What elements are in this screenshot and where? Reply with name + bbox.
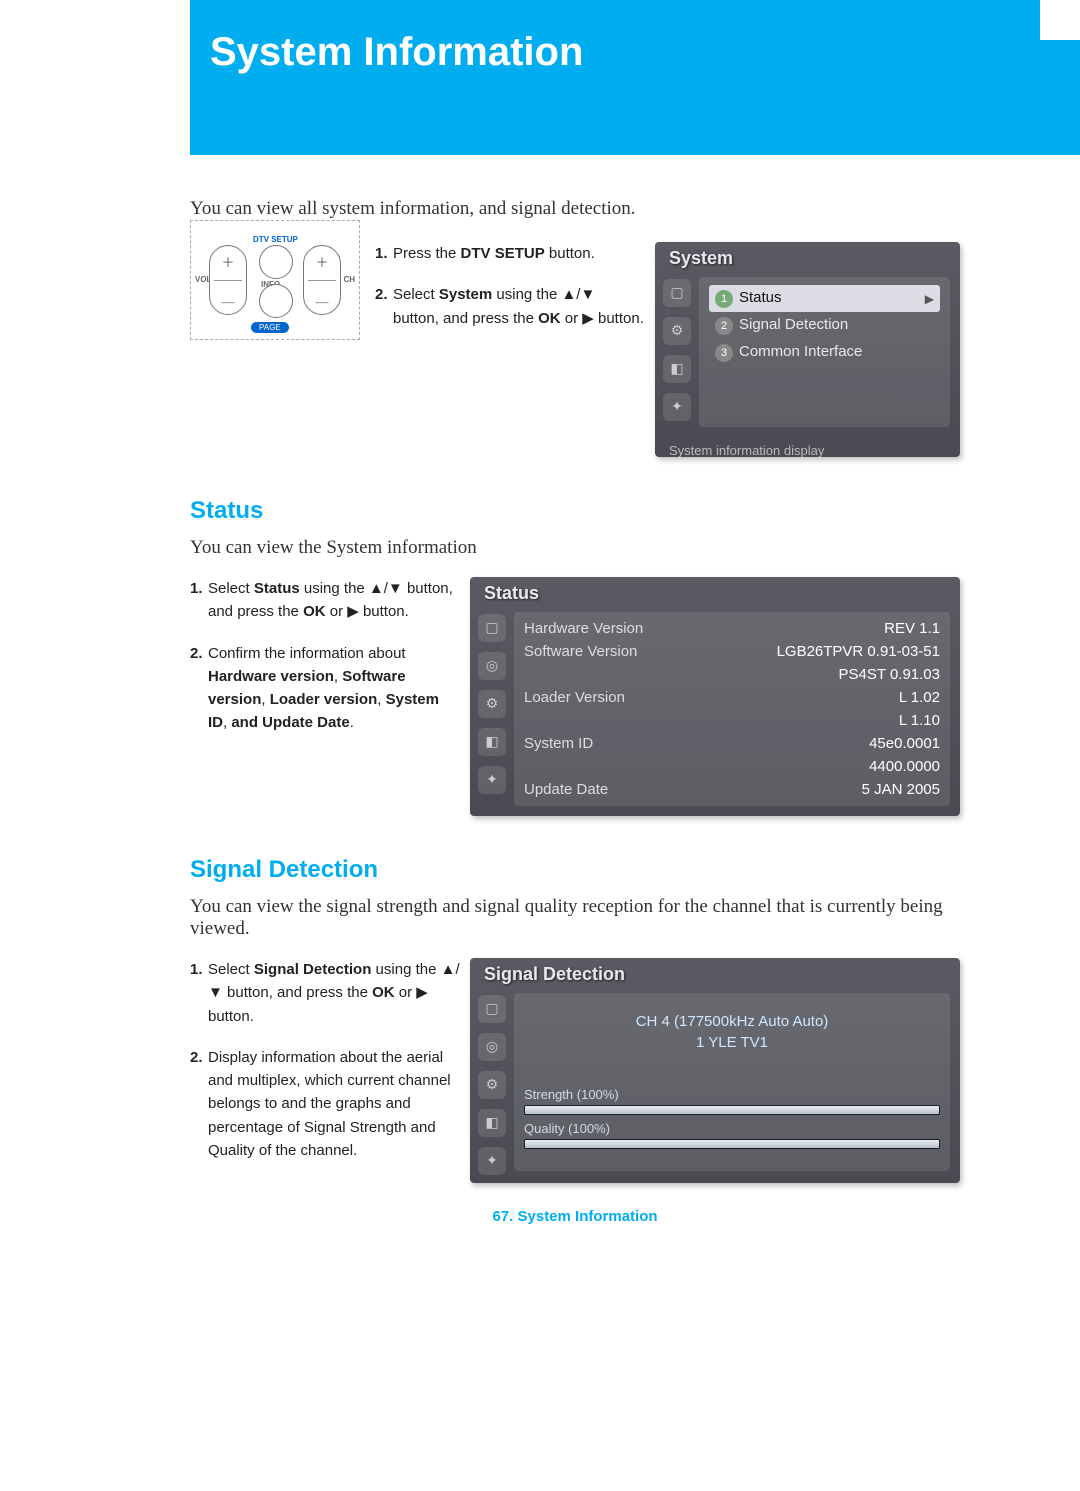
header-banner: System Information	[190, 0, 1080, 155]
status-row: System ID45e0.0001	[524, 735, 940, 752]
setup-button-icon	[259, 245, 293, 279]
osd-signal-screenshot: Signal Detection ▢ ◎ ⚙ ◧ ✦ CH 4 (177500k…	[470, 958, 960, 1183]
osd-sidebar-icons: ▢ ⚙ ◧ ✦	[655, 273, 699, 437]
gear-icon: ⚙	[478, 1071, 506, 1099]
signal-channel-name: 1 YLE TV1	[524, 1034, 940, 1081]
status-row: 4400.0000	[524, 758, 940, 775]
status-row: PS4ST 0.91.03	[524, 666, 940, 683]
strength-label: Strength (100%)	[524, 1087, 940, 1102]
misc-icon: ✦	[478, 766, 506, 794]
osd-system-screenshot: System ▢ ⚙ ◧ ✦ 1Status▶2Signal Detection…	[655, 242, 960, 457]
channel-rocker-icon: ＋—	[303, 245, 341, 315]
gear-icon: ⚙	[663, 317, 691, 345]
remote-label-page: PAGE	[251, 322, 289, 333]
status-row: L 1.10	[524, 712, 940, 729]
signal-step-1: 1. Select Signal Detection using the ▲/▼…	[190, 958, 460, 1028]
tv-icon: ▢	[478, 995, 506, 1023]
status-row: Software VersionLGB26TPVR 0.91-03-51	[524, 643, 940, 660]
osd-hint: System information display	[655, 437, 960, 457]
remote-label-setup: DTV SETUP	[253, 235, 298, 244]
gear-icon: ⚙	[478, 690, 506, 718]
instructions-signal: 1. Select Signal Detection using the ▲/▼…	[190, 958, 460, 1180]
status-row: Update Date5 JAN 2005	[524, 781, 940, 798]
page-footer: 67. System Information	[190, 1208, 960, 1225]
remote-diagram: DTV SETUP INFO VOL CH ＋— ＋— PAGE	[190, 220, 360, 340]
tv-icon: ▢	[478, 614, 506, 642]
osd-status-screenshot: Status ▢ ◎ ⚙ ◧ ✦ Hardware VersionREV 1.1…	[470, 577, 960, 816]
signal-heading: Signal Detection	[190, 856, 960, 884]
header-bar: System Information	[0, 0, 1080, 180]
step-1: 1. Press the DTV SETUP button.	[375, 242, 645, 265]
osd-sidebar-icons: ▢ ◎ ⚙ ◧ ✦	[470, 608, 514, 816]
tv-icon: ▢	[663, 279, 691, 307]
status-row: Hardware VersionREV 1.1	[524, 620, 940, 637]
misc-icon: ✦	[663, 393, 691, 421]
osd-status-title: Status	[470, 577, 960, 608]
menu-item-status: 1Status▶	[709, 285, 940, 312]
tools-icon: ◧	[478, 728, 506, 756]
tools-icon: ◧	[663, 355, 691, 383]
step-2: 2. Select System using the ▲/▼ button, a…	[375, 283, 645, 330]
info-button-icon	[259, 284, 293, 318]
intro-text: You can view all system information, and…	[190, 198, 960, 220]
strength-bar	[524, 1105, 940, 1115]
osd-sidebar-icons: ▢ ◎ ⚙ ◧ ✦	[470, 989, 514, 1181]
quality-label: Quality (100%)	[524, 1121, 940, 1136]
osd-signal-title: Signal Detection	[470, 958, 960, 989]
status-step-1: 1. Select Status using the ▲/▼ button, a…	[190, 577, 460, 624]
quality-bar	[524, 1139, 940, 1149]
menu-item-signal-detection: 2Signal Detection	[709, 312, 940, 339]
footer-page-number: 67.	[492, 1208, 513, 1225]
status-heading: Status	[190, 497, 960, 525]
instructions-main: 1. Press the DTV SETUP button. 2. Select…	[375, 242, 645, 348]
signal-caption: You can view the signal strength and sig…	[190, 896, 960, 940]
signal-step-2: 2. Display information about the aerial …	[190, 1046, 460, 1162]
footer-label: System Information	[518, 1208, 658, 1225]
disc-icon: ◎	[478, 1033, 506, 1061]
instructions-status: 1. Select Status using the ▲/▼ button, a…	[190, 577, 460, 753]
page-title: System Information	[210, 30, 583, 75]
volume-rocker-icon: ＋—	[209, 245, 247, 315]
signal-channel-line: CH 4 (177500kHz Auto Auto)	[524, 1001, 940, 1034]
status-row: Loader VersionL 1.02	[524, 689, 940, 706]
corner-notch	[1040, 0, 1080, 40]
remote-label-ch: CH	[343, 275, 355, 284]
disc-icon: ◎	[478, 652, 506, 680]
tools-icon: ◧	[478, 1109, 506, 1137]
menu-item-common-interface: 3Common Interface	[709, 339, 940, 366]
status-step-2: 2. Confirm the information about Hardwar…	[190, 642, 460, 735]
status-caption: You can view the System information	[190, 537, 960, 559]
misc-icon: ✦	[478, 1147, 506, 1175]
osd-system-title: System	[655, 242, 960, 273]
